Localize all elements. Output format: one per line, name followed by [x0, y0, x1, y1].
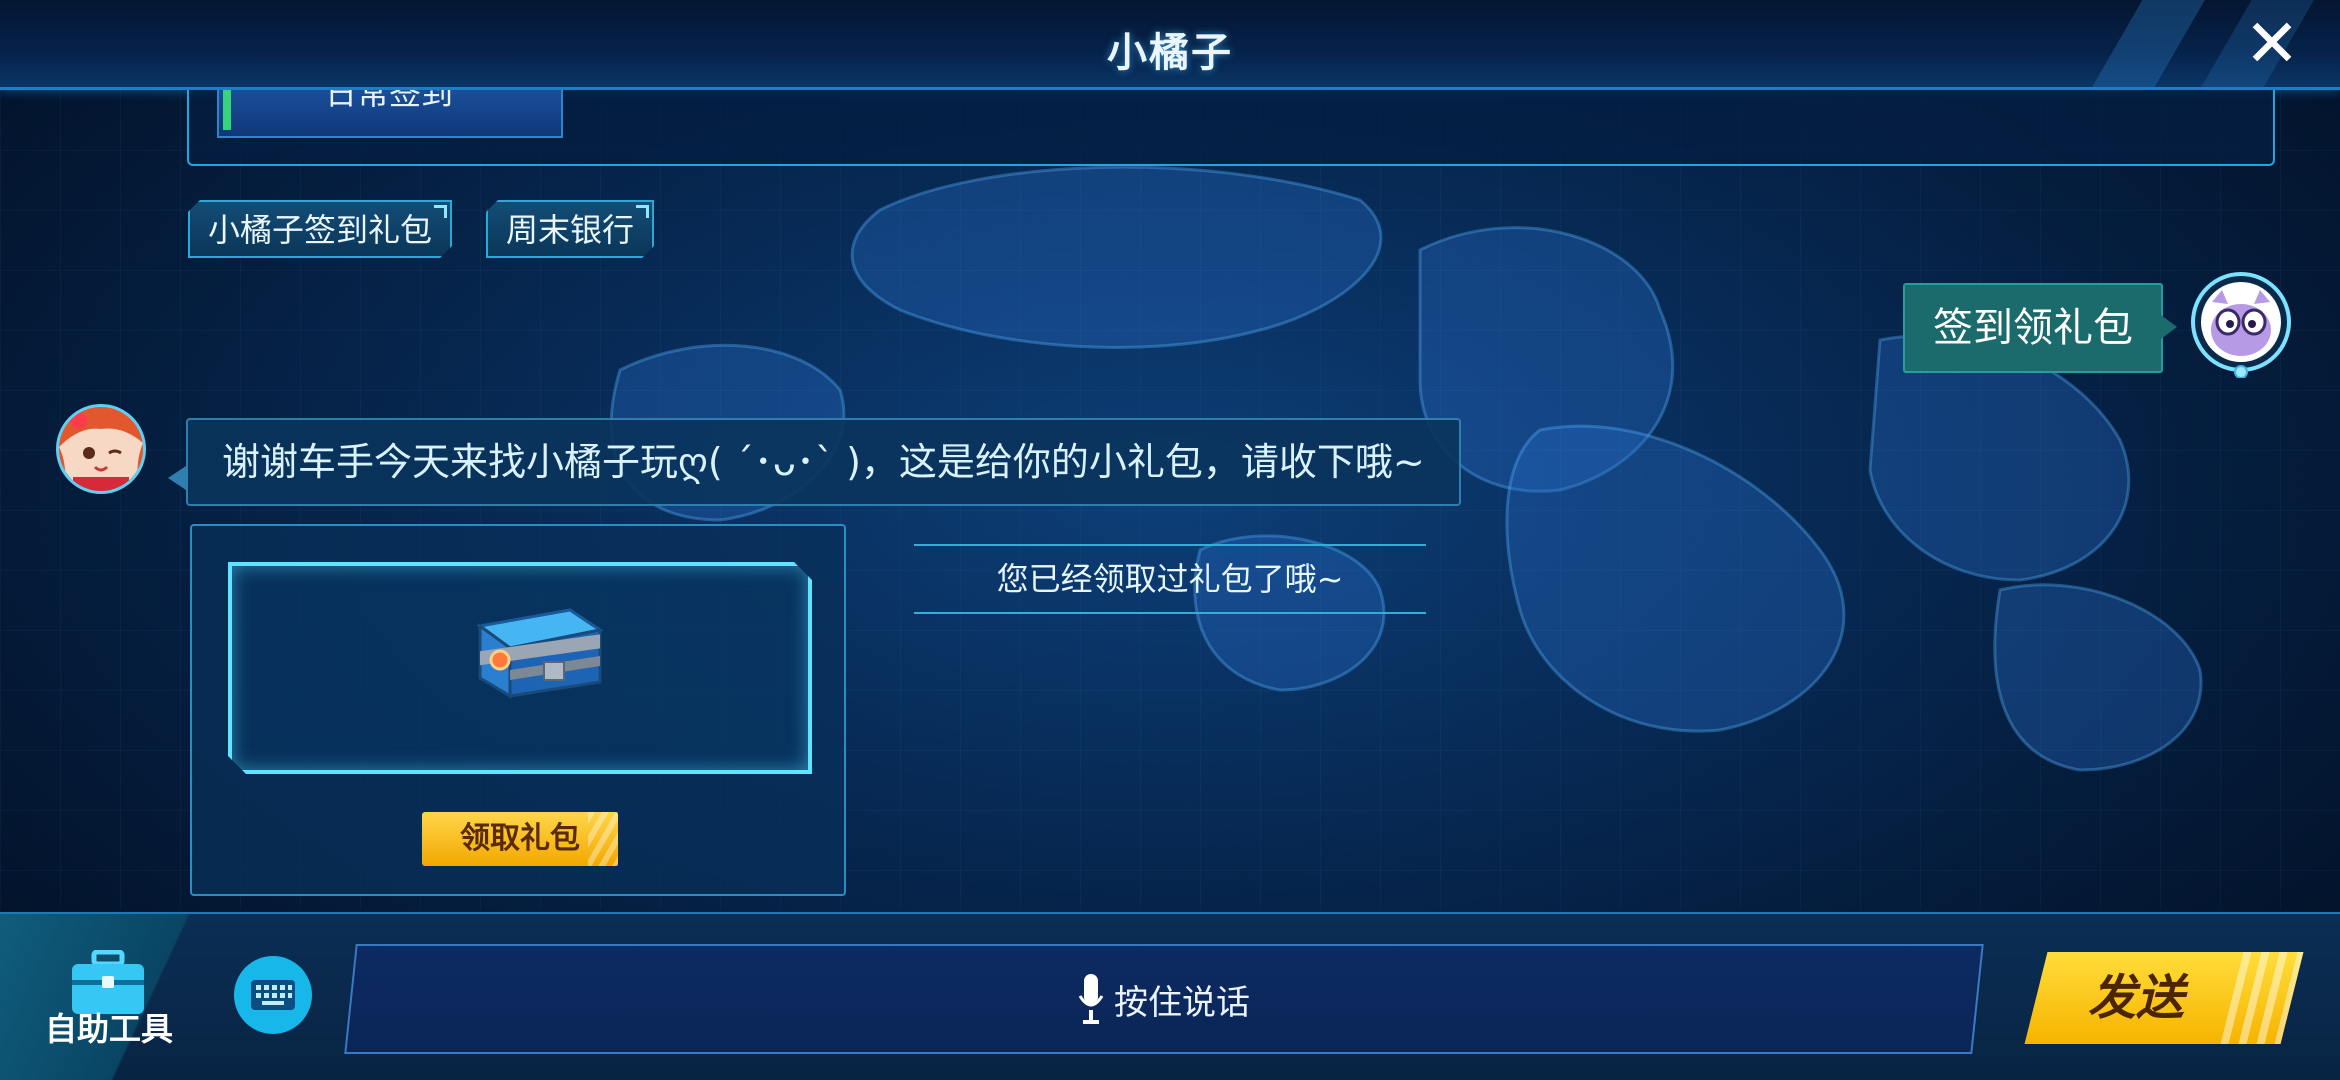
- microphone-icon: [1078, 974, 1104, 1024]
- user-message-bubble: 签到领礼包: [1903, 283, 2177, 373]
- already-claimed-notice: 您已经领取过礼包了哦~: [914, 544, 1426, 614]
- chip-checkin-gift[interactable]: 小橘子签到礼包: [188, 200, 452, 258]
- keyboard-toggle-button[interactable]: [234, 956, 312, 1034]
- close-icon: ✕: [2244, 5, 2300, 82]
- bot-avatar-image: [59, 407, 143, 491]
- treasure-chest-icon: [476, 608, 604, 699]
- daily-checkin-label: 日常签到: [324, 90, 453, 112]
- input-bar: 自助工具 按住说话 发送: [0, 912, 2340, 1080]
- tools-label: 自助工具: [44, 1010, 173, 1048]
- previous-message-panel: 日常签到: [187, 90, 2275, 166]
- user-avatar: [2191, 272, 2291, 378]
- keyboard-icon: [251, 980, 295, 1010]
- bot-message-bubble: 谢谢车手今天来找小橘子玩ღ( ´･ᴗ･` )，这是给你的小礼包，请收下哦~: [186, 418, 1461, 506]
- gift-card: 领取礼包: [190, 524, 846, 896]
- claim-gift-button[interactable]: 领取礼包: [422, 812, 618, 866]
- hold-to-talk-button[interactable]: 按住说话: [344, 944, 1984, 1054]
- send-button-label: 发送: [2087, 970, 2184, 1026]
- daily-checkin-button[interactable]: 日常签到: [217, 90, 563, 138]
- bot-avatar: [56, 404, 146, 494]
- send-button[interactable]: 发送: [2024, 952, 2304, 1044]
- close-button[interactable]: ✕: [2240, 5, 2304, 82]
- hold-to-talk-label: 按住说话: [1114, 982, 1250, 1023]
- title-bar: 小橘子 ✕: [0, 0, 2340, 90]
- page-title: 小橘子: [1107, 30, 1233, 76]
- hold-to-talk-content: 按住说话: [352, 946, 1976, 1052]
- self-service-tools-button[interactable]: 自助工具: [0, 914, 190, 1080]
- bot-bubble-tail: [168, 466, 186, 490]
- chip-weekend-bank[interactable]: 周末银行: [486, 200, 654, 258]
